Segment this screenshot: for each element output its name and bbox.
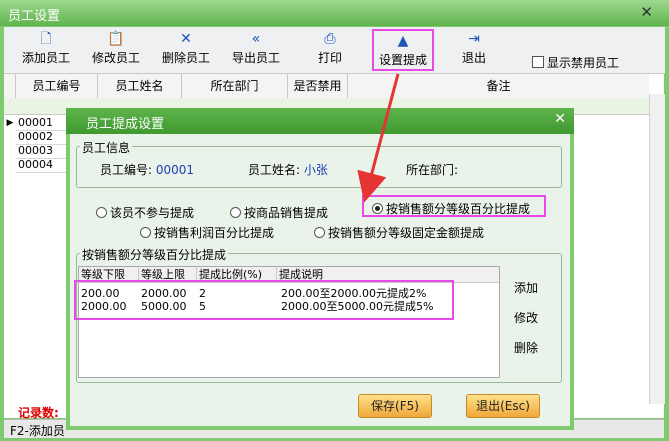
dept-label: 所在部门: [406,163,459,177]
delete-employee-label: 删除员工 [161,51,210,65]
edit-employee-button[interactable]: 📋 修改员工 [88,29,144,71]
set-commission-label: 设置提成 [378,53,427,67]
cross-icon: ✕ [180,31,192,47]
exit-button[interactable]: ⇥ 退出 [454,29,494,71]
show-disabled-label: 显示禁用员工 [547,56,620,70]
emp-no-value: 00001 [155,163,195,177]
emp-name-label: 员工姓名: [248,163,301,177]
set-commission-button[interactable]: ▲ 设置提成 [372,29,434,71]
main-title: 员工设置 [8,9,61,24]
table-row[interactable]: 00002 [16,130,68,145]
add-employee-label: 添加员工 [21,51,70,65]
document-icon: 🗋 [40,31,52,47]
dept-field: 所在部门: [406,161,458,178]
dialog-body: 员工信息 员工编号: 00001 员工姓名: 小张 所在部门: 该员不参与提成 … [70,134,570,426]
export-employee-button[interactable]: « 导出员工 [228,29,284,71]
radio-circle[interactable] [140,227,151,238]
radio-circle-selected[interactable] [372,203,383,214]
radio-sales-fixed-label: 按销售额分等级固定金额提成 [328,226,485,240]
grid-scrollbar[interactable] [649,94,665,404]
radio-none-label: 该员不参与提成 [110,206,195,220]
table-group-title: 按销售额分等级百分比提成 [80,246,229,263]
status-hint: F2-添加员 [10,424,65,438]
clipboard-icon: 📋 [107,31,125,47]
column-header[interactable]: 备注 [348,74,649,98]
table-row[interactable]: 00003 [16,144,68,159]
tier-add-button[interactable]: 添加 [514,279,538,296]
print-label: 打印 [317,51,342,65]
delete-employee-button[interactable]: ✕ 删除员工 [158,29,214,71]
print-button[interactable]: ⎙ 打印 [308,29,352,71]
radio-profit-pct[interactable]: 按销售利润百分比提成 [140,224,274,241]
export-employee-label: 导出员工 [231,51,280,65]
main-close-button[interactable]: ✕ [640,3,653,21]
dialog-titlebar: 员工提成设置 ✕ [66,108,574,134]
column-header[interactable]: 员工姓名 [98,74,182,98]
table-row[interactable]: 00004 [16,158,68,173]
radio-circle[interactable] [96,207,107,218]
radio-goods[interactable]: 按商品销售提成 [230,204,328,221]
show-disabled-checkbox[interactable]: 显示禁用员工 [532,54,619,71]
main-titlebar: 员工设置 ✕ [0,0,669,26]
toolbar: 🗋 添加员工 📋 修改员工 ✕ 删除员工 « 导出员工 ⎙ 打印 ▲ 设置提成 … [4,27,665,74]
tier-edit-button[interactable]: 修改 [514,309,538,326]
tier-delete-button[interactable]: 删除 [514,339,538,356]
emp-no-label: 员工编号: [100,163,153,177]
employee-info-title: 员工信息 [80,139,133,156]
radio-profit-pct-label: 按销售利润百分比提成 [154,226,275,240]
exit-door-icon: ⇥ [468,31,480,47]
exit-label: 退出 [461,51,486,65]
triangle-up-icon: ▲ [397,33,409,49]
column-header[interactable]: 是否禁用 [288,74,348,98]
current-row-indicator: ▶ [6,118,14,128]
radio-goods-label: 按商品销售提成 [244,206,329,220]
radio-circle[interactable] [230,207,241,218]
save-button[interactable]: 保存(F5) [358,394,432,418]
emp-no-field: 员工编号: 00001 [100,161,194,178]
highlight-box [74,280,454,320]
emp-name-value: 小张 [303,163,328,177]
grid-header: 员工编号 员工姓名 所在部门 是否禁用 备注 [4,74,649,99]
radio-sales-fixed[interactable]: 按销售额分等级固定金额提成 [314,224,484,241]
add-employee-button[interactable]: 🗋 添加员工 [18,29,74,71]
emp-name-field: 员工姓名: 小张 [248,161,328,178]
column-header[interactable]: 所在部门 [182,74,288,98]
radio-sales-pct-label: 按销售额分等级百分比提成 [386,202,531,216]
commission-dialog: 员工提成设置 ✕ 员工信息 员工编号: 00001 员工姓名: 小张 所在部门:… [66,108,574,430]
radio-circle[interactable] [314,227,325,238]
grid-corner [4,74,16,98]
radio-sales-pct[interactable]: 按销售额分等级百分比提成 [372,200,530,217]
double-chevron-left-icon: « [251,31,261,47]
dialog-close-button[interactable]: ✕ [554,111,566,127]
column-header[interactable]: 员工编号 [16,74,98,98]
edit-employee-label: 修改员工 [91,51,140,65]
dialog-title: 员工提成设置 [86,117,165,132]
table-row[interactable]: 00001 [16,116,68,131]
checkbox-box[interactable] [532,56,544,68]
dialog-exit-button[interactable]: 退出(Esc) [466,394,540,418]
radio-none[interactable]: 该员不参与提成 [96,204,194,221]
printer-icon: ⎙ [324,31,336,47]
